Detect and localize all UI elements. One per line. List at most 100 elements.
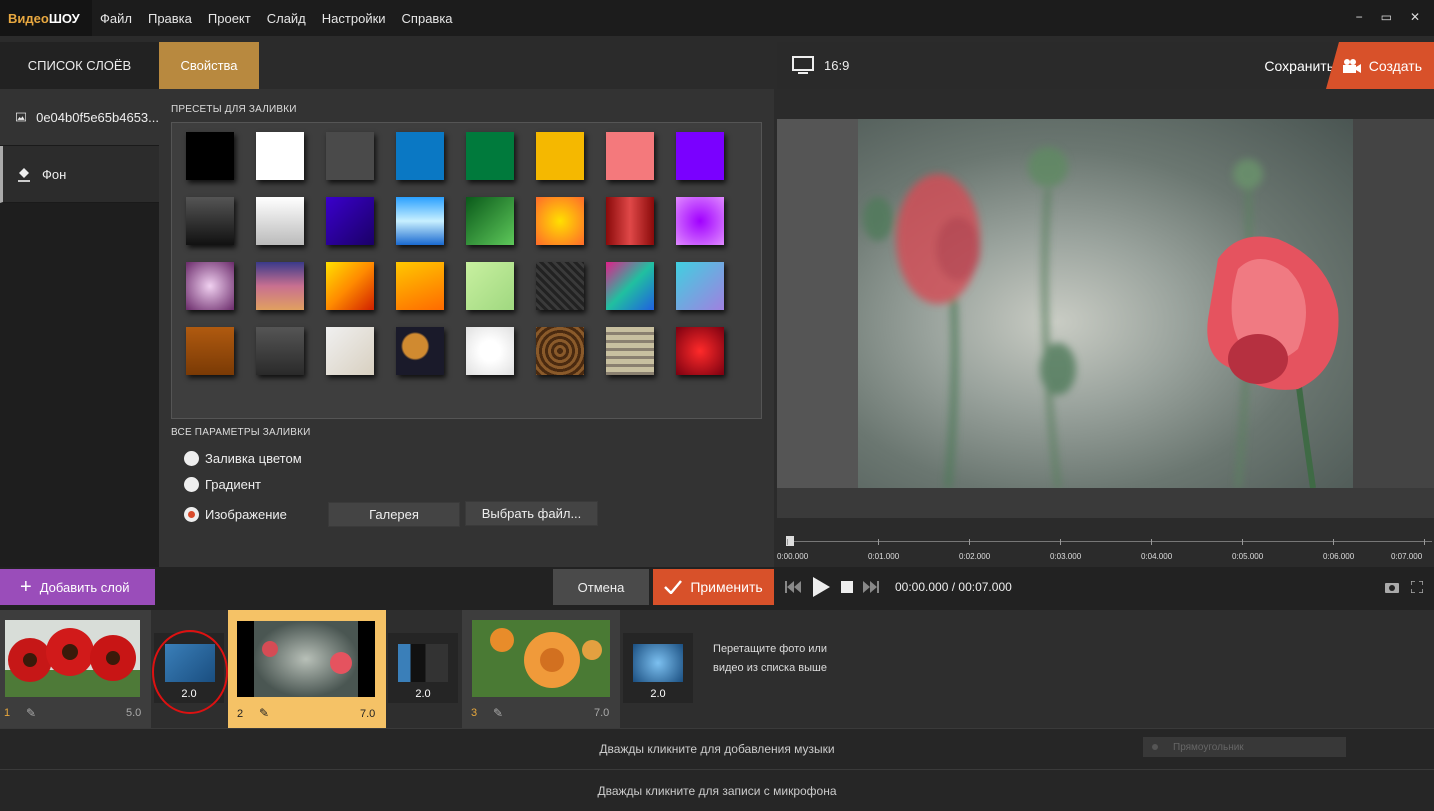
radio-gradient[interactable]: Градиент <box>184 477 261 492</box>
edit-pencil-icon[interactable]: ✎ <box>26 706 36 720</box>
ruler-tick <box>1424 539 1425 545</box>
microphone-track[interactable]: Дважды кликните для записи с микрофона <box>0 769 1434 811</box>
title-bar: Видео ШОУ Файл Правка Проект Слайд Настро… <box>0 0 1434 36</box>
radio-button-selected[interactable] <box>184 507 199 522</box>
choose-file-button[interactable]: Выбрать файл... <box>465 501 598 526</box>
maximize-icon[interactable]: ▭ <box>1381 10 1392 24</box>
fill-preset-swatch[interactable] <box>466 327 514 375</box>
ruler-tick <box>1333 539 1334 545</box>
transition-3[interactable]: 2.0 <box>623 633 693 703</box>
menu-help[interactable]: Справка <box>402 11 461 26</box>
fill-preset-swatch[interactable] <box>256 132 304 180</box>
rectangle-label[interactable]: Прямоугольник <box>1143 737 1346 757</box>
menu-settings[interactable]: Настройки <box>322 11 394 26</box>
fill-preset-swatch[interactable] <box>466 132 514 180</box>
play-icon[interactable] <box>811 576 831 598</box>
fill-preset-swatch[interactable] <box>606 132 654 180</box>
skip-back-icon[interactable] <box>785 581 801 593</box>
fill-preset-swatch[interactable] <box>256 262 304 310</box>
fill-preset-swatch[interactable] <box>536 132 584 180</box>
fill-preset-swatch[interactable] <box>326 327 374 375</box>
layer-item-label: Фон <box>42 166 67 182</box>
fill-preset-swatch[interactable] <box>536 197 584 245</box>
transition-duration: 2.0 <box>650 688 666 700</box>
ruler-tick <box>1151 539 1152 545</box>
add-layer-button[interactable]: + Добавить слой <box>0 569 155 605</box>
cancel-button[interactable]: Отмена <box>553 569 649 605</box>
fill-preset-swatch[interactable] <box>326 262 374 310</box>
camera-icon <box>1342 58 1361 73</box>
ruler-tick <box>969 539 970 545</box>
close-icon[interactable]: ✕ <box>1410 10 1420 24</box>
fill-preset-swatch[interactable] <box>256 327 304 375</box>
snapshot-icon[interactable] <box>1385 581 1399 593</box>
fill-preset-swatch[interactable] <box>186 262 234 310</box>
fill-preset-swatch[interactable] <box>186 132 234 180</box>
fullscreen-icon[interactable] <box>1411 581 1423 593</box>
layer-item-image[interactable]: 0e04b0f5e65b4653... <box>0 89 159 146</box>
fill-preset-swatch[interactable] <box>606 197 654 245</box>
skip-forward-icon[interactable] <box>863 581 879 593</box>
menu-edit[interactable]: Правка <box>148 11 200 26</box>
fill-preset-swatch[interactable] <box>676 197 724 245</box>
checkmark-icon <box>664 580 683 594</box>
fill-preset-swatch[interactable] <box>606 262 654 310</box>
transition-thumbnail <box>398 644 448 682</box>
slide-thumbnail <box>5 620 140 697</box>
fill-preset-swatch[interactable] <box>396 197 444 245</box>
save-button[interactable]: Сохранить <box>1264 42 1334 89</box>
fill-preset-swatch[interactable] <box>256 197 304 245</box>
fill-preset-swatch[interactable] <box>466 197 514 245</box>
edit-pencil-icon[interactable]: ✎ <box>259 706 269 720</box>
fill-preset-swatch[interactable] <box>536 327 584 375</box>
fill-preset-swatch[interactable] <box>326 197 374 245</box>
edit-pencil-icon[interactable]: ✎ <box>493 706 503 720</box>
layer-list-tab[interactable]: СПИСОК СЛОЁВ <box>0 42 159 89</box>
timeline-ruler[interactable]: 0:00.000 0:01.000 0:02.000 0:03.000 0:04.000… <box>777 533 1434 567</box>
fill-preset-swatch[interactable] <box>676 132 724 180</box>
ruler-tick-label: 0:00.000 <box>777 552 809 561</box>
fill-preset-swatch[interactable] <box>396 327 444 375</box>
stop-icon[interactable] <box>841 581 853 593</box>
slide-1[interactable]: 1 ✎ 5.0 <box>0 610 151 728</box>
minimize-icon[interactable]: − <box>1356 10 1363 24</box>
slide-2-selected[interactable]: 2 ✎ 7.0 <box>228 610 386 728</box>
properties-tab-strip <box>259 42 774 89</box>
fill-preset-swatch[interactable] <box>466 262 514 310</box>
fill-preset-swatch[interactable] <box>396 132 444 180</box>
fill-preset-swatch[interactable] <box>326 132 374 180</box>
ruler-tick <box>1242 539 1243 545</box>
aspect-ratio-selector[interactable]: 16:9 <box>792 56 849 74</box>
fill-preset-swatch[interactable] <box>676 327 724 375</box>
menu-project[interactable]: Проект <box>208 11 259 26</box>
fill-preset-swatch[interactable] <box>186 327 234 375</box>
image-icon <box>16 112 27 122</box>
fill-preset-swatch[interactable] <box>606 327 654 375</box>
menu-slide[interactable]: Слайд <box>267 11 314 26</box>
create-button[interactable]: Создать <box>1326 42 1434 89</box>
apply-button[interactable]: Применить <box>653 569 774 605</box>
transition-2[interactable]: 2.0 <box>388 633 458 703</box>
radio-fill-color[interactable]: Заливка цветом <box>184 451 302 466</box>
presets-title: ПРЕСЕТЫ ДЛЯ ЗАЛИВКИ <box>171 104 297 115</box>
gallery-button[interactable]: Галерея <box>328 502 460 527</box>
slide-number: 2 <box>237 708 244 720</box>
tab-properties[interactable]: Свойства <box>159 42 259 96</box>
menu-file[interactable]: Файл <box>100 11 140 26</box>
fill-preset-swatch[interactable] <box>396 262 444 310</box>
slide-number: 3 <box>471 707 478 719</box>
radio-image[interactable]: Изображение <box>184 507 287 522</box>
fill-preset-swatch[interactable] <box>536 262 584 310</box>
slide-duration: 5.0 <box>126 707 142 719</box>
ruler-tick <box>1060 539 1061 545</box>
fill-preset-swatch[interactable] <box>676 262 724 310</box>
radio-button[interactable] <box>184 451 199 466</box>
ruler-tick-label: 0:01.000 <box>868 552 900 561</box>
paint-bucket-icon <box>18 168 30 182</box>
fill-preset-swatch[interactable] <box>186 197 234 245</box>
slide-3[interactable]: 3 ✎ 7.0 <box>462 610 620 728</box>
slide-thumbnail <box>472 620 610 697</box>
slide-duration: 7.0 <box>360 708 376 720</box>
radio-button[interactable] <box>184 477 199 492</box>
layer-item-background[interactable]: Фон <box>0 146 159 203</box>
